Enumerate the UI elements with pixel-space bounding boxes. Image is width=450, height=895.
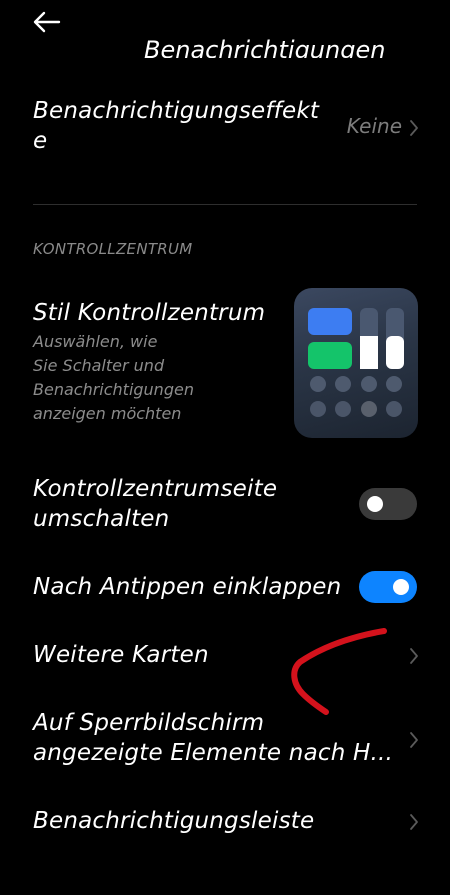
control-center-preview-icon — [308, 308, 404, 417]
control-center-style-title: Stil Kontrollzentrum — [33, 300, 266, 326]
switch-page-toggle[interactable] — [359, 488, 417, 520]
chevron-right-icon — [410, 648, 418, 664]
toggle-knob — [393, 579, 409, 595]
section-header-control-center: KONTROLLZENTRUM — [33, 240, 193, 258]
toggle-knob — [367, 496, 383, 512]
chevron-right-icon — [410, 120, 418, 136]
control-center-preview-image[interactable] — [294, 288, 418, 438]
lockscreen-items-label-line1: Auf Sperrbildschirm — [33, 710, 265, 736]
collapse-on-tap-label: Nach Antippen einklappen — [33, 574, 342, 600]
chevron-right-icon — [410, 732, 418, 748]
notification-effects-value: Keine — [346, 114, 402, 138]
more-cards-label: Weitere Karten — [33, 642, 209, 668]
chevron-right-icon — [410, 814, 418, 830]
lockscreen-items-row[interactable]: Auf Sperrbildschirm angezeigte Elemente … — [0, 708, 450, 772]
notification-effects-label-line2: e — [33, 128, 48, 154]
control-center-style-desc-line4: anzeigen möchten — [33, 404, 182, 423]
notification-bar-row[interactable]: Benachrichtigungsleiste — [0, 806, 450, 840]
control-center-style-desc-line2: Sie Schalter und — [33, 356, 165, 375]
notification-effects-label-line1: Benachrichtigungseffekt — [33, 98, 320, 124]
divider — [33, 204, 417, 205]
notification-bar-label: Benachrichtigungsleiste — [33, 808, 315, 834]
lockscreen-items-label-line2: angezeigte Elemente nach H... — [33, 740, 394, 766]
switch-page-label-line1: Kontrollzentrumseite — [33, 476, 278, 502]
notification-effects-row[interactable]: Benachrichtigungseffekt e Keine — [0, 96, 450, 166]
collapse-on-tap-toggle[interactable] — [359, 571, 417, 603]
more-cards-row[interactable]: Weitere Karten — [0, 640, 450, 674]
scrolled-page-title: Benachrichtigungen — [144, 36, 386, 58]
control-center-style-desc-line3: Benachrichtigungen — [33, 380, 194, 399]
switch-page-label-line2: umschalten — [33, 506, 170, 532]
control-center-style-desc-line1: Auswählen, wie — [33, 332, 158, 351]
